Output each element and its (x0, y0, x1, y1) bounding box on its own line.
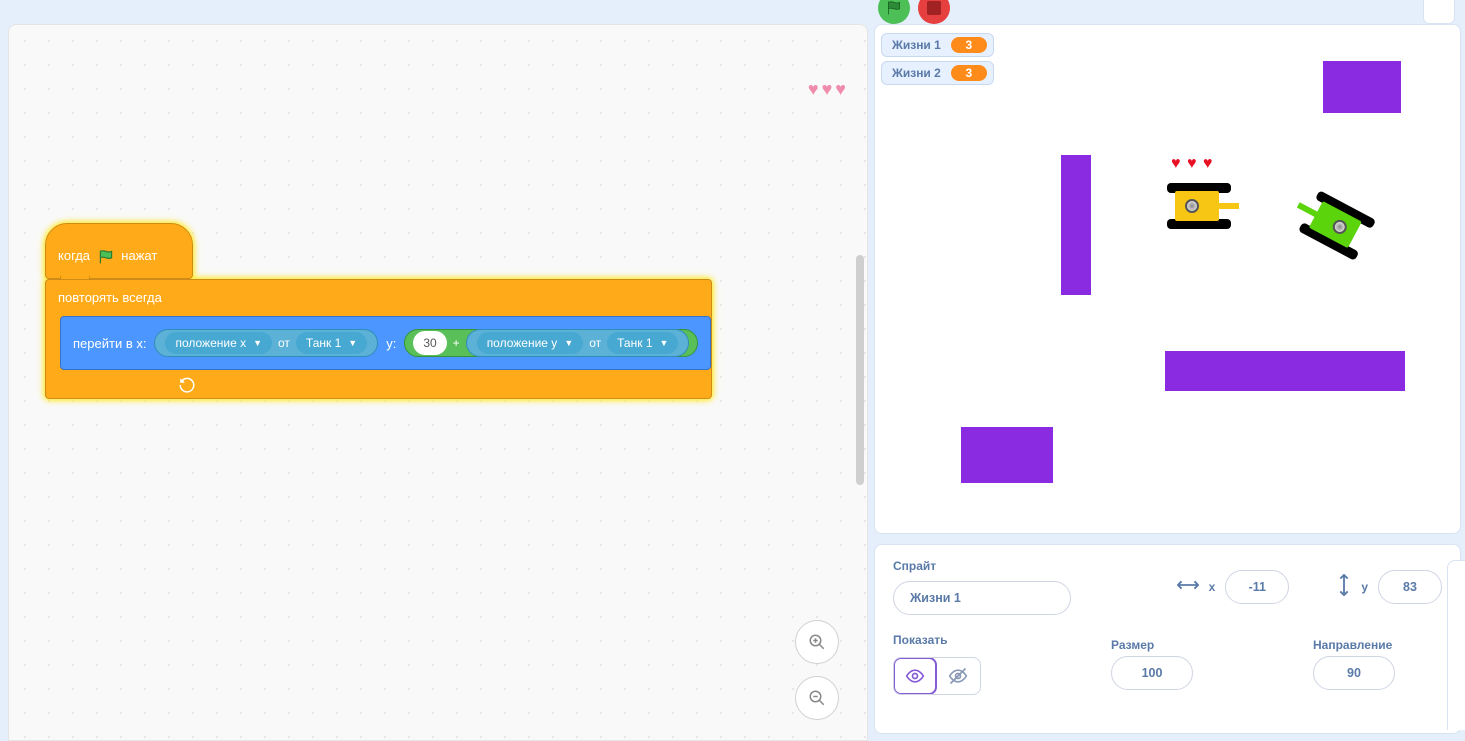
code-editor[interactable]: ♥ ♥ ♥ когда нажат повторять всегда перей… (8, 24, 868, 741)
tank1-x-dropdown[interactable]: Танк 1▼ (296, 332, 367, 354)
zoom-in-button[interactable] (795, 620, 839, 664)
y-input[interactable]: 83 (1378, 570, 1442, 604)
sensing-of-y-reporter[interactable]: положение y▼ от Танк 1▼ (466, 329, 690, 357)
stop-button[interactable] (918, 0, 950, 24)
zoom-out-button[interactable] (795, 676, 839, 720)
direction-label: Направление (1313, 638, 1392, 652)
hat-text-suffix: нажат (121, 248, 157, 263)
loop-arrow-icon (178, 376, 196, 394)
stage[interactable]: Жизни 1 3 Жизни 2 3 ♥ ♥ ♥ (874, 24, 1461, 534)
script-stack[interactable]: когда нажат повторять всегда перейти в x… (45, 223, 712, 399)
var2-value: 3 (951, 65, 987, 81)
var1-label: Жизни 1 (892, 38, 941, 52)
tank2-sprite[interactable] (1295, 187, 1380, 264)
position-x-dropdown[interactable]: положение x▼ (165, 332, 272, 354)
goto-x-label: перейти в x: (73, 336, 146, 351)
visibility-toggle[interactable] (893, 657, 981, 695)
backdrop-panel-edge (1447, 560, 1465, 730)
hearts-sprite[interactable]: ♥ ♥ ♥ (1171, 155, 1213, 173)
y-label: y (1361, 580, 1368, 594)
scrollbar-thumb[interactable] (856, 255, 864, 485)
xy-horizontal-icon (1177, 578, 1199, 597)
obstacle (1061, 155, 1091, 295)
sprite-name-input[interactable]: Жизни 1 (893, 581, 1071, 615)
sprite-info-panel: Спрайт Жизни 1 x -11 y 83 Показать (874, 544, 1461, 734)
xy-vertical-icon (1337, 574, 1351, 601)
x-input[interactable]: -11 (1225, 570, 1289, 604)
show-hidden-button[interactable] (936, 658, 980, 694)
sensing-of-x-reporter[interactable]: положение x▼ от Танк 1▼ (154, 329, 378, 357)
obstacle (1323, 61, 1401, 113)
size-input[interactable]: 100 (1111, 656, 1193, 690)
plus-operator-reporter[interactable]: 30 + положение y▼ от Танк 1▼ (404, 329, 698, 357)
var2-label: Жизни 2 (892, 66, 941, 80)
number-input-30[interactable]: 30 (413, 331, 446, 355)
direction-input[interactable]: 90 (1313, 656, 1395, 690)
stage-size-button[interactable] (1423, 0, 1455, 24)
scrollbar[interactable] (853, 255, 867, 555)
x-label: x (1209, 580, 1216, 594)
variable-monitor-lives2[interactable]: Жизни 2 3 (881, 61, 994, 85)
hearts-preview: ♥ ♥ ♥ (808, 79, 845, 100)
run-green-flag-button[interactable] (878, 0, 910, 24)
show-visible-button[interactable] (893, 657, 937, 695)
variable-monitor-lives1[interactable]: Жизни 1 3 (881, 33, 994, 57)
tank1-y-dropdown[interactable]: Танк 1▼ (607, 332, 678, 354)
var1-value: 3 (951, 37, 987, 53)
green-flag-icon (98, 249, 114, 265)
forever-block[interactable]: повторять всегда перейти в x: положение … (45, 279, 712, 399)
obstacle (961, 427, 1053, 483)
of-label: от (278, 336, 290, 350)
plus-label: + (453, 336, 460, 350)
forever-bottom (46, 372, 206, 398)
when-flag-clicked-block[interactable]: когда нажат (45, 223, 193, 279)
goto-xy-block[interactable]: перейти в x: положение x▼ от Танк 1▼ y: (60, 316, 711, 370)
top-bar (0, 0, 1465, 24)
show-label: Показать (893, 633, 981, 647)
position-y-dropdown[interactable]: положение y▼ (477, 332, 584, 354)
obstacle (1165, 351, 1405, 391)
of-label-2: от (589, 336, 601, 350)
size-label: Размер (1111, 638, 1154, 652)
tank1-sprite[interactable] (1165, 181, 1235, 231)
sprite-label: Спрайт (893, 559, 1071, 573)
y-label: y: (386, 336, 396, 351)
hat-text-prefix: когда (58, 248, 90, 263)
forever-label: повторять всегда (46, 280, 206, 316)
